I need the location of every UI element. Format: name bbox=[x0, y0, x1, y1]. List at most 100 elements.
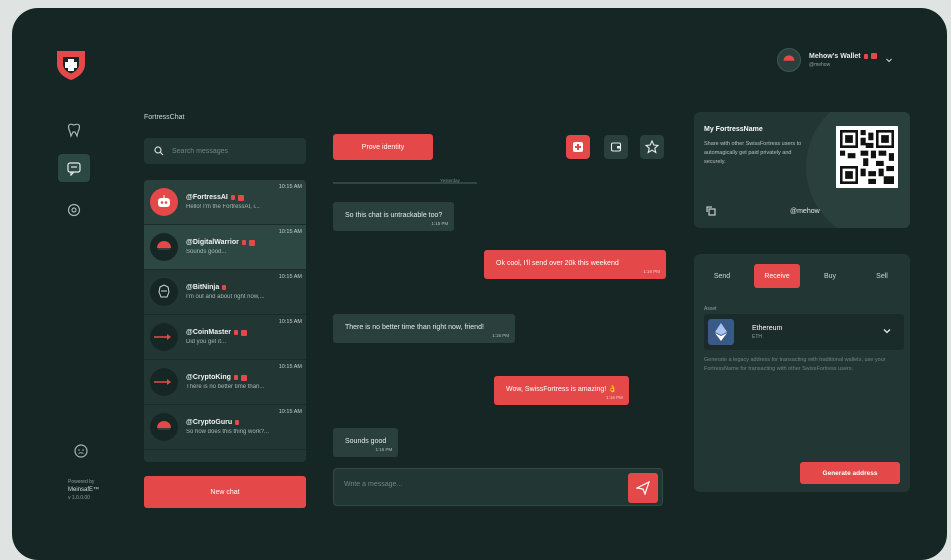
chat-preview: So how does this thing work?... bbox=[186, 429, 270, 435]
tab-buy[interactable]: Buy bbox=[810, 264, 850, 288]
avatar bbox=[150, 233, 178, 261]
chat-name: @CryptoGuru bbox=[186, 419, 233, 426]
chat-list-item[interactable]: @FortressAI Hello! I'm the FortressAI, i… bbox=[144, 180, 306, 225]
asset-symbol: ETH bbox=[752, 333, 762, 340]
wallet-button[interactable] bbox=[604, 135, 628, 159]
message-time: 1:16 PM bbox=[375, 447, 393, 452]
avatar bbox=[777, 48, 801, 72]
avatar bbox=[150, 188, 178, 216]
receive-description: Generate a legacy address for transactin… bbox=[704, 357, 886, 372]
ethereum-icon bbox=[708, 319, 734, 345]
avatar bbox=[150, 323, 178, 351]
prove-identity-button[interactable]: Prove identity bbox=[333, 134, 433, 160]
message-time: 1:15 PM bbox=[431, 221, 449, 226]
tab-send[interactable]: Send bbox=[702, 264, 742, 288]
verified-badge-icon bbox=[230, 195, 235, 200]
wallet-name: Mehow's Wallet bbox=[809, 52, 861, 60]
chat-time: 10:15 AM bbox=[278, 364, 302, 370]
chat-list: @FortressAI Hello! I'm the FortressAI, i… bbox=[144, 180, 306, 462]
chat-list-item[interactable]: @CryptoKing There is no better time than… bbox=[144, 360, 306, 405]
message-composer bbox=[333, 468, 663, 506]
tab-receive[interactable]: Receive bbox=[754, 264, 800, 288]
verified-badge-icon bbox=[222, 285, 227, 290]
ninja-icon bbox=[158, 284, 170, 298]
chat-time: 10:15 AM bbox=[278, 409, 302, 415]
chat-list-item[interactable]: @BitNinja I'm out and about right now,..… bbox=[144, 270, 306, 315]
asset-name: Ethereum bbox=[752, 324, 783, 332]
wallet-handle: @mehow bbox=[809, 61, 831, 68]
avatar bbox=[150, 278, 178, 306]
wallet-menu[interactable]: Mehow's Wallet @mehow bbox=[777, 48, 893, 72]
chat-time: 10:15 AM bbox=[278, 184, 302, 190]
message-time: 1:16 PM bbox=[643, 269, 660, 274]
send-button[interactable] bbox=[628, 473, 658, 503]
arrow-icon bbox=[154, 334, 171, 340]
chevron-down-icon bbox=[883, 329, 891, 334]
verified-badge-icon bbox=[863, 53, 868, 59]
chevron-down-icon bbox=[885, 58, 892, 63]
chat-name: @DigitalWarrior bbox=[186, 239, 239, 246]
nav-settings[interactable] bbox=[58, 196, 90, 224]
favorite-button[interactable] bbox=[640, 135, 664, 159]
asset-select[interactable]: Ethereum ETH bbox=[704, 314, 904, 350]
payments-panel: Send Receive Buy Sell Asset Ethereum ETH… bbox=[694, 254, 910, 492]
chat-list-item[interactable]: @CryptoGuru So how does this thing work?… bbox=[144, 405, 306, 450]
nav-chat[interactable] bbox=[58, 154, 90, 182]
robot-icon bbox=[158, 195, 170, 207]
chat-preview: I'm out and about right now,... bbox=[186, 294, 265, 300]
chat-preview: Hello! I'm the FortressAI, i... bbox=[186, 204, 260, 210]
shield-logo-icon[interactable] bbox=[54, 48, 88, 82]
asset-label: Asset bbox=[704, 306, 717, 312]
chat-name: @FortressAI bbox=[186, 194, 228, 201]
chat-name: @CryptoKing bbox=[186, 374, 231, 381]
face-icon[interactable] bbox=[74, 444, 88, 463]
sidebar-footer: Powered by MeinsafE™ v 1.0.0.00 bbox=[68, 479, 100, 501]
new-chat-button[interactable]: New chat bbox=[144, 476, 306, 508]
swiss-flag-icon bbox=[870, 53, 877, 59]
swiss-flag-icon bbox=[237, 194, 244, 201]
qr-code-icon bbox=[840, 130, 894, 184]
chat-preview: There is no better time than... bbox=[186, 384, 265, 390]
tab-sell[interactable]: Sell bbox=[862, 264, 902, 288]
swiss-flag-icon bbox=[248, 239, 255, 246]
search-bar[interactable] bbox=[144, 138, 306, 164]
swiss-flag-icon bbox=[240, 374, 247, 381]
card-text: Share with other SwissFortress users to … bbox=[704, 141, 802, 165]
verified-badge-icon bbox=[241, 240, 246, 245]
chat-list-item[interactable]: @CoinMaster Did you get it... 10:15 AM bbox=[144, 315, 306, 360]
helmet-icon bbox=[157, 241, 171, 250]
helmet-icon bbox=[783, 55, 795, 61]
app-window: Powered by MeinsafE™ v 1.0.0.00 Fortress… bbox=[12, 8, 947, 560]
copy-icon[interactable] bbox=[706, 206, 716, 216]
chat-icon bbox=[67, 162, 81, 176]
date-label: Yesterday bbox=[440, 178, 460, 183]
shield-plus-icon bbox=[573, 142, 583, 152]
chat-preview: Sounds good... bbox=[186, 249, 227, 255]
message-incoming: Sounds good 1:16 PM bbox=[333, 428, 399, 457]
chat-name: @CoinMaster bbox=[186, 329, 231, 336]
message-incoming: There is no better time than right now, … bbox=[333, 314, 515, 343]
message-input[interactable] bbox=[344, 481, 614, 488]
nav-tooth[interactable] bbox=[58, 116, 90, 144]
card-footer: @mehow bbox=[694, 200, 910, 222]
arrow-icon bbox=[154, 379, 171, 385]
app-title: FortressChat bbox=[144, 114, 185, 121]
star-icon bbox=[645, 140, 659, 154]
card-title: My FortressName bbox=[704, 126, 763, 133]
qr-code[interactable] bbox=[836, 126, 898, 188]
avatar bbox=[150, 368, 178, 396]
chat-time: 10:15 AM bbox=[278, 319, 302, 325]
payment-tabs: Send Receive Buy Sell bbox=[694, 264, 910, 288]
message-time: 1:16 PM bbox=[492, 333, 509, 338]
chat-preview: Did you get it... bbox=[186, 339, 227, 345]
message-outgoing: Wow, SwissFortress is amazing! 👌 1:16 PM bbox=[494, 376, 629, 405]
search-input[interactable] bbox=[172, 147, 292, 155]
chat-time: 10:15 AM bbox=[278, 274, 302, 280]
search-icon bbox=[154, 146, 164, 156]
generate-address-button[interactable]: Generate address bbox=[800, 462, 900, 484]
fortress-handle: @mehow bbox=[790, 207, 820, 215]
swiss-shield-button[interactable] bbox=[566, 135, 590, 159]
message-time: 1:16 PM bbox=[606, 395, 623, 400]
chat-time: 10:15 AM bbox=[278, 229, 302, 235]
chat-list-item[interactable]: @DigitalWarrior Sounds good... 10:15 AM bbox=[144, 225, 306, 270]
